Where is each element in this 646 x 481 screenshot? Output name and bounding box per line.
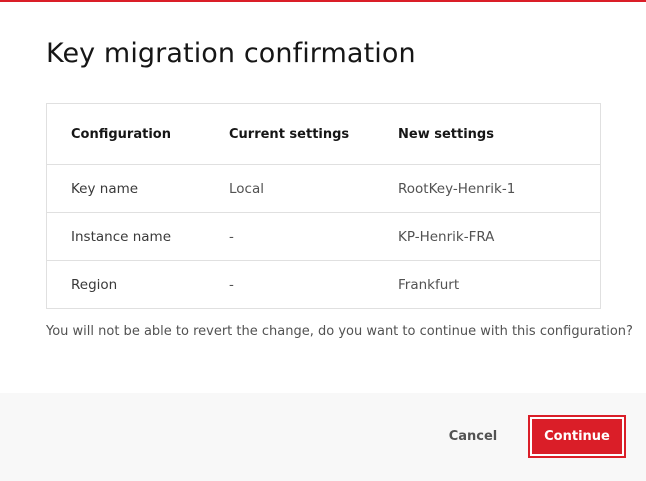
cancel-button[interactable]: Cancel	[433, 417, 513, 455]
current-value: -	[229, 276, 234, 293]
continue-button[interactable]: Continue	[532, 419, 622, 454]
current-value: Local	[229, 180, 264, 197]
column-header-configuration: Configuration	[71, 126, 171, 142]
table-row-region: Region - Frankfurt	[47, 260, 600, 308]
modal-title: Key migration confirmation	[46, 38, 416, 69]
table-row-key-name: Key name Local RootKey-Henrik-1	[47, 164, 600, 212]
new-value: KP-Henrik-FRA	[398, 228, 495, 245]
row-label: Region	[71, 276, 118, 293]
current-value: -	[229, 228, 234, 245]
new-value: Frankfurt	[398, 276, 460, 293]
table-row-instance-name: Instance name - KP-Henrik-FRA	[47, 212, 600, 260]
configuration-table: Configuration Current settings New setti…	[46, 103, 601, 309]
revert-warning-text: You will not be able to revert the chang…	[46, 324, 633, 339]
row-label: Instance name	[71, 228, 171, 245]
row-label: Key name	[71, 180, 139, 197]
table-header-row: Configuration Current settings New setti…	[47, 104, 600, 164]
new-value: RootKey-Henrik-1	[398, 180, 516, 197]
column-header-new-settings: New settings	[398, 126, 494, 142]
key-migration-modal: Key migration confirmation Configuration…	[0, 0, 646, 481]
modal-top-accent	[0, 0, 646, 2]
column-header-current-settings: Current settings	[229, 126, 350, 142]
